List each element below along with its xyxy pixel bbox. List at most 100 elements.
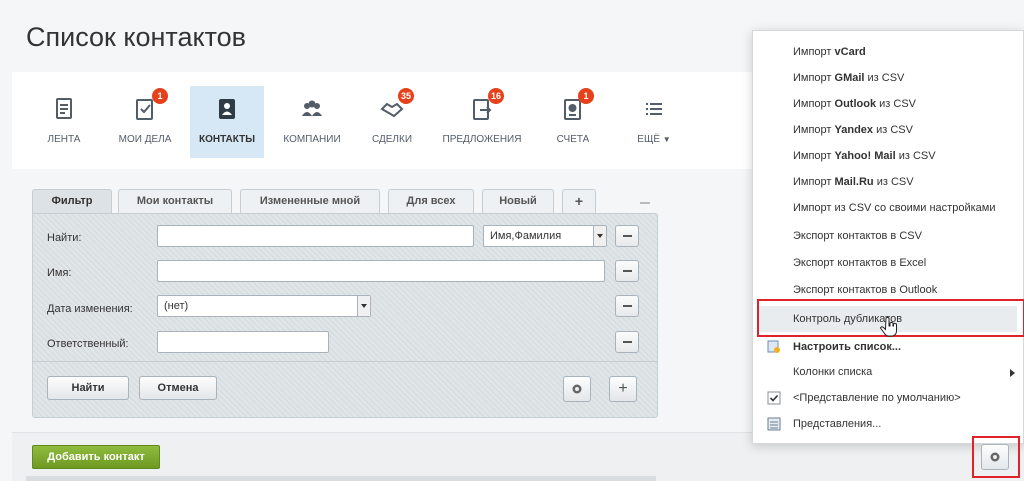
menu-text: Настроить список...	[793, 341, 902, 353]
menu-item-import-mailru[interactable]: Импорт Mail.Ru из CSV	[753, 169, 1023, 195]
configure-list-icon	[767, 340, 780, 353]
filter-tab-for-all[interactable]: Для всех	[388, 189, 474, 213]
nav-item-companies[interactable]: Компании	[276, 86, 348, 158]
filter-tab-new[interactable]: Новый	[482, 189, 554, 213]
menu-item-export-excel[interactable]: Экспорт контактов в Excel	[753, 250, 1023, 276]
menu-item-import-gmail[interactable]: Импорт GMail из CSV	[753, 65, 1023, 91]
add-filter-tab-button[interactable]: +	[562, 189, 596, 213]
filter-panel: Найти: Имя,Фамилия Имя: Дата изменения: …	[32, 213, 658, 418]
menu-text: Импорт	[793, 46, 835, 58]
nav-label: Сделки	[371, 134, 413, 145]
gear-icon	[572, 384, 582, 394]
nav-item-feed[interactable]: Лента	[36, 86, 92, 158]
highlight-frame	[972, 436, 1020, 478]
nav-label: Ещё ▼	[628, 134, 680, 145]
responsible-label: Ответственный:	[47, 338, 129, 350]
notification-badge: 1	[152, 88, 168, 104]
menu-text: Импорт	[793, 72, 835, 84]
nav-item-deals[interactable]: 35 Сделки	[364, 86, 420, 158]
find-button[interactable]: Найти	[47, 376, 129, 400]
menu-text: Представления...	[793, 418, 882, 430]
submenu-arrow-icon	[1010, 369, 1015, 377]
menu-item-import-outlook[interactable]: Импорт Outlook из CSV	[753, 91, 1023, 117]
filter-tab-my-contacts[interactable]: Мои контакты	[118, 189, 232, 213]
name-input[interactable]	[157, 260, 605, 282]
menu-text: из CSV	[864, 72, 905, 84]
nav-label: Предложения	[442, 134, 522, 145]
notification-badge: 35	[398, 88, 415, 104]
nav-item-invoices[interactable]: 1 Счета	[548, 86, 598, 158]
list-icon	[646, 103, 662, 115]
menu-text: <Представление по умолчанию>	[793, 392, 961, 404]
nav-item-more[interactable]: Ещё ▼	[628, 86, 680, 158]
nav-item-tasks[interactable]: 1 Мои дела	[112, 86, 178, 158]
contacts-icon	[219, 99, 235, 119]
cancel-button[interactable]: Отмена	[139, 376, 217, 400]
menu-text: Экспорт контактов в CSV	[793, 230, 922, 242]
menu-text: из CSV	[895, 150, 936, 162]
remove-name-field-button[interactable]	[615, 260, 639, 282]
views-icon	[767, 417, 781, 431]
plus-icon: +	[618, 380, 628, 397]
collapse-filter-button[interactable]	[640, 202, 650, 204]
menu-item-import-vcard[interactable]: Импорт vCard	[753, 39, 1023, 65]
nav-label: Лента	[47, 134, 81, 145]
menu-text: из CSV	[873, 124, 913, 136]
responsible-input[interactable]	[157, 331, 329, 353]
menu-item-default-view[interactable]: <Представление по умолчанию>	[753, 385, 1023, 411]
notification-badge: 1	[578, 88, 594, 104]
find-label: Найти:	[47, 232, 82, 244]
menu-text: из CSV	[873, 176, 914, 188]
add-field-button[interactable]: +	[609, 376, 637, 402]
add-contact-button[interactable]: Добавить контакт	[32, 445, 160, 469]
menu-text: Импорт	[793, 124, 835, 136]
menu-item-export-csv[interactable]: Экспорт контактов в CSV	[753, 223, 1023, 249]
menu-item-import-yandex[interactable]: Импорт Yandex из CSV	[753, 117, 1023, 143]
menu-text-bold: Outlook	[834, 98, 877, 110]
menu-text-bold: vCard	[834, 46, 866, 58]
page-title: Список контактов	[26, 22, 246, 52]
notification-badge: 16	[488, 88, 505, 104]
find-input[interactable]	[157, 225, 474, 247]
menu-text: из CSV	[876, 98, 916, 110]
menu-text: Импорт	[793, 176, 835, 188]
filter-tab-changed-by-me[interactable]: Измененные мной	[240, 189, 380, 213]
feed-icon	[56, 98, 72, 119]
menu-item-import-yahoo[interactable]: Импорт Yahoo! Mail из CSV	[753, 143, 1023, 169]
filter-footer: Найти Отмена +	[33, 361, 657, 417]
remove-date-field-button[interactable]	[615, 295, 639, 317]
remove-responsible-field-button[interactable]	[615, 331, 639, 353]
date-changed-select[interactable]: (нет)	[157, 295, 371, 317]
companies-icon	[302, 100, 322, 116]
nav-item-contacts[interactable]: Контакты	[190, 86, 264, 158]
menu-item-views[interactable]: Представления...	[753, 411, 1023, 437]
filter-tab-filter[interactable]: Фильтр	[32, 189, 112, 213]
menu-text: Экспорт контактов в Excel	[793, 257, 927, 269]
find-scope-select[interactable]: Имя,Фамилия	[483, 225, 607, 247]
nav-label: Компании	[283, 134, 341, 145]
hand-cursor-icon	[879, 317, 897, 337]
remove-find-field-button[interactable]	[615, 225, 639, 247]
menu-text-bold: Yahoo! Mail	[834, 150, 896, 162]
settings-dropdown-menu: Импорт vCard Импорт GMail из CSV Импорт …	[752, 30, 1024, 444]
menu-text: Импорт	[793, 150, 835, 162]
more-label: Ещё	[637, 134, 661, 145]
date-changed-label: Дата изменения:	[47, 303, 133, 315]
nav-label: Мои дела	[118, 134, 172, 145]
nav-item-quotes[interactable]: 16 Предложения	[436, 86, 528, 158]
menu-text: Экспорт контактов в Outlook	[793, 284, 938, 296]
filter-settings-button[interactable]	[563, 376, 591, 402]
menu-text: Колонки списка	[793, 366, 873, 378]
chevron-down-icon: ▼	[662, 135, 671, 144]
chevron-down-icon	[593, 226, 606, 246]
find-scope-value: Имя,Фамилия	[490, 230, 562, 242]
menu-text-bold: Yandex	[834, 124, 874, 136]
checkbox-checked-icon	[767, 391, 781, 405]
nav-label: Контакты	[198, 134, 256, 145]
menu-item-list-columns[interactable]: Колонки списка	[753, 359, 1023, 385]
nav-label: Счета	[556, 134, 590, 145]
name-label: Имя:	[47, 267, 72, 279]
menu-item-import-csv-custom[interactable]: Импорт из CSV со своими настройками	[753, 195, 1023, 221]
menu-text-bold: Mail.Ru	[834, 176, 874, 188]
menu-text: Импорт из CSV со своими настройками	[793, 202, 996, 214]
